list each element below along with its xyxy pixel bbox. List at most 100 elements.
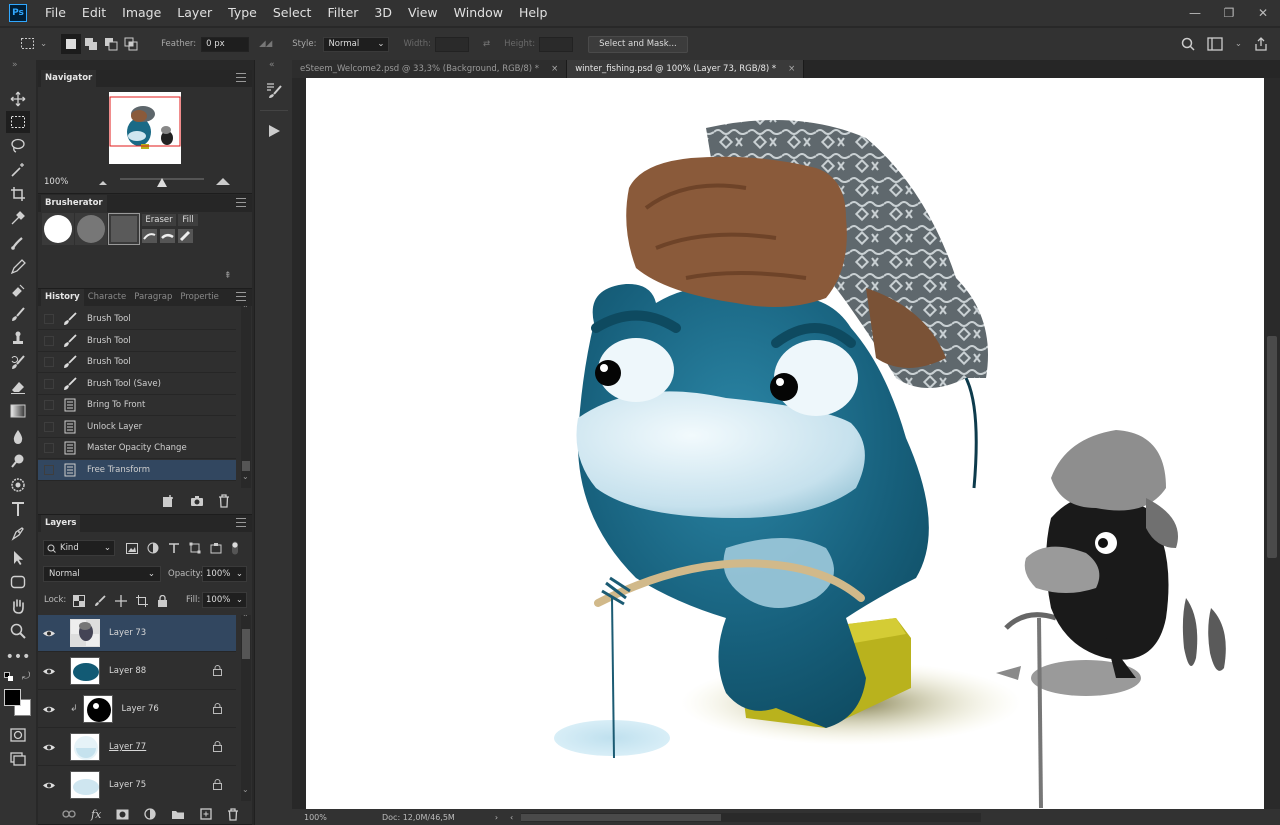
close-button[interactable]: ✕ — [1246, 0, 1280, 26]
history-item[interactable]: Bring To Front — [38, 395, 236, 416]
brush-mode-3-icon[interactable] — [178, 229, 193, 243]
search-icon[interactable] — [1181, 37, 1195, 51]
layer-name[interactable]: Layer 88 — [109, 666, 146, 676]
default-colors-icon[interactable] — [4, 672, 14, 682]
visibility-eye-icon[interactable] — [38, 781, 60, 790]
brush-preset-soft[interactable] — [75, 213, 107, 245]
layer-name[interactable]: Layer 73 — [109, 628, 146, 638]
doc-tab-esteem[interactable]: eSteem_Welcome2.psd @ 33,3% (Background,… — [292, 60, 568, 78]
history-source-checkbox[interactable] — [44, 335, 54, 346]
history-scrollbar[interactable]: ⌃ ⌄ — [241, 306, 251, 488]
intersect-selection-icon[interactable] — [121, 34, 141, 54]
tab-history[interactable]: History — [41, 289, 84, 306]
panel-menu-icon[interactable] — [236, 292, 246, 301]
style-select[interactable]: Normal ⌄ — [323, 36, 390, 52]
navigator-tab[interactable]: Navigator — [41, 70, 97, 87]
layer-row[interactable]: ↲ Layer 76 — [38, 691, 236, 728]
select-and-mask-button[interactable]: Select and Mask... — [588, 35, 688, 53]
navigator-preview[interactable] — [109, 92, 181, 164]
new-layer-icon[interactable] — [200, 808, 212, 820]
layer-style-fx-icon[interactable]: fx — [91, 808, 101, 821]
brush-presets-dock-icon[interactable] — [263, 80, 285, 102]
history-brush-tool-icon[interactable] — [6, 352, 30, 374]
panel-menu-icon[interactable] — [236, 518, 246, 527]
menu-view[interactable]: View — [400, 0, 446, 26]
marquee-preset-icon[interactable] — [18, 34, 38, 54]
magic-wand-tool-icon[interactable] — [6, 159, 30, 181]
menu-help[interactable]: Help — [511, 0, 556, 26]
visibility-eye-icon[interactable] — [38, 629, 60, 638]
feather-input[interactable]: 0 px — [201, 36, 250, 52]
history-item[interactable]: Brush Tool — [38, 309, 236, 330]
brush-tool-icon[interactable] — [6, 304, 30, 326]
delete-layer-trash-icon[interactable] — [227, 807, 239, 821]
stamp-tool-icon[interactable] — [6, 328, 30, 350]
tab-layers[interactable]: Layers — [41, 515, 81, 532]
history-source-checkbox[interactable] — [44, 443, 54, 453]
eyedropper-tool-icon[interactable] — [6, 207, 30, 229]
menu-filter[interactable]: Filter — [319, 0, 366, 26]
filter-adjustment-icon[interactable] — [147, 542, 159, 554]
tab-character[interactable]: Characte — [84, 289, 130, 306]
preset-chevron-icon[interactable]: ⌄ — [40, 39, 47, 49]
brush-mode-2-icon[interactable] — [160, 229, 175, 243]
status-menu-arrow-icon[interactable]: › — [495, 813, 498, 822]
minimize-button[interactable]: — — [1178, 0, 1212, 26]
filter-toggle-icon[interactable] — [231, 541, 239, 555]
layer-thumbnail[interactable] — [82, 695, 113, 723]
subtract-selection-icon[interactable] — [101, 34, 121, 54]
brusherator-tab[interactable]: Brusherator — [41, 195, 107, 212]
more-tools-icon[interactable]: ••• — [6, 646, 31, 668]
foreground-color-swatch[interactable] — [4, 689, 21, 706]
history-item[interactable]: Free Transform — [38, 459, 236, 481]
clone-stamp-tool-icon[interactable] — [6, 280, 30, 302]
panel-menu-icon[interactable] — [236, 198, 246, 207]
menu-type[interactable]: Type — [220, 0, 265, 26]
brush-preset-hard[interactable] — [42, 213, 74, 245]
history-source-checkbox[interactable] — [44, 378, 54, 389]
type-tool-icon[interactable] — [6, 498, 30, 520]
collapse-arrow-icon[interactable]: ⇞ — [224, 271, 232, 281]
lasso-tool-icon[interactable] — [6, 135, 30, 157]
share-icon[interactable] — [1254, 37, 1268, 51]
layer-row[interactable]: Layer 75 — [38, 767, 236, 801]
new-group-folder-icon[interactable] — [171, 809, 185, 820]
layer-thumbnail[interactable] — [70, 771, 100, 799]
close-tab-icon[interactable]: × — [551, 64, 558, 74]
close-tab-icon[interactable]: × — [788, 64, 795, 74]
pencil-tool-icon[interactable] — [6, 256, 30, 278]
sponge-tool-icon[interactable] — [6, 474, 30, 496]
lock-pixels-icon[interactable] — [92, 593, 107, 608]
menu-3d[interactable]: 3D — [366, 0, 400, 26]
filter-shape-icon[interactable] — [189, 542, 201, 554]
rectangle-tool-icon[interactable] — [6, 571, 30, 593]
marquee-tool-icon[interactable] — [6, 111, 30, 133]
history-item[interactable]: Brush Tool (Save) — [38, 374, 236, 395]
layer-name[interactable]: Layer 75 — [109, 780, 146, 790]
hand-tool-icon[interactable] — [6, 595, 30, 617]
scroll-left-icon[interactable]: ‹ — [510, 813, 513, 822]
eraser-tool-icon[interactable] — [6, 376, 30, 398]
restore-button[interactable]: ❐ — [1212, 0, 1246, 26]
eraser-button[interactable]: Eraser — [142, 214, 176, 226]
history-item[interactable]: Brush Tool — [38, 331, 236, 352]
layer-thumbnail[interactable] — [70, 619, 100, 647]
tab-properties[interactable]: Propertie — [176, 289, 223, 306]
history-source-checkbox[interactable] — [44, 357, 54, 367]
brush-mode-1-icon[interactable] — [142, 229, 157, 243]
link-layers-icon[interactable] — [62, 809, 76, 819]
blur-tool-icon[interactable] — [6, 426, 30, 448]
history-source-checkbox[interactable] — [44, 314, 54, 324]
menu-layer[interactable]: Layer — [169, 0, 220, 26]
path-selection-tool-icon[interactable] — [6, 547, 30, 569]
document-canvas[interactable] — [306, 78, 1264, 809]
new-selection-icon[interactable] — [61, 34, 82, 54]
canvas-vertical-scrollbar[interactable] — [1264, 78, 1280, 809]
lock-transparent-icon[interactable] — [71, 593, 86, 608]
add-mask-icon[interactable] — [116, 809, 129, 820]
pen-tool-icon[interactable] — [6, 522, 30, 544]
lock-position-icon[interactable] — [113, 593, 128, 608]
history-source-checkbox[interactable] — [44, 400, 54, 410]
history-item[interactable]: Master Opacity Change — [38, 438, 236, 459]
workspace-icon[interactable] — [1207, 37, 1223, 51]
